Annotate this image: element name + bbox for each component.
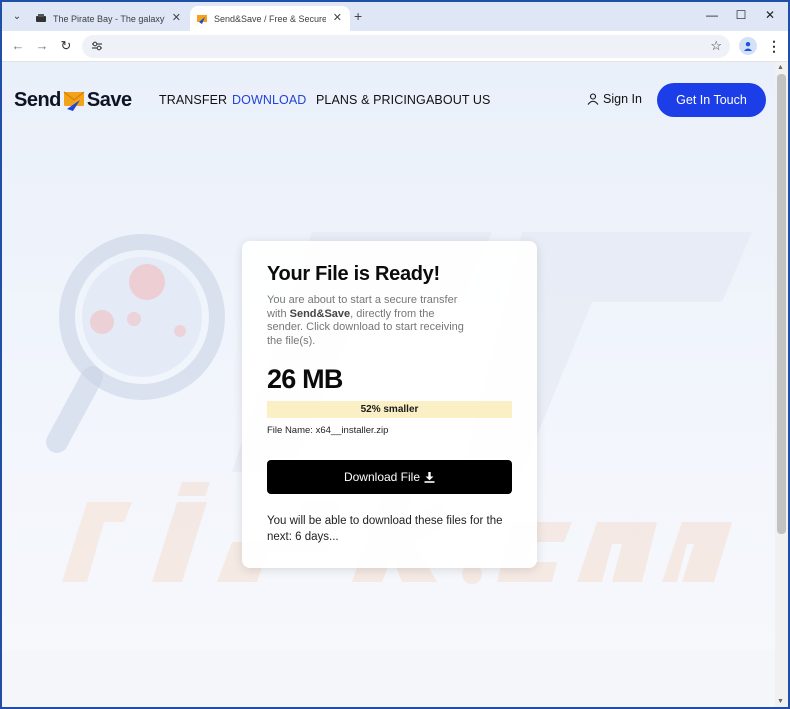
scroll-down-icon[interactable]: ▼ — [777, 698, 784, 705]
watermark-magnifier-icon — [46, 234, 225, 453]
forward-icon[interactable]: → — [34, 38, 50, 53]
nav-plans-pricing[interactable]: PLANS & PRICING — [316, 93, 426, 107]
tab-pirate-bay[interactable]: The Pirate Bay - The galaxy's m ✕ — [29, 6, 189, 31]
file-size: 26 MB — [267, 364, 343, 394]
scrollbar-thumb[interactable] — [777, 74, 786, 534]
card-description: You are about to start a secure transfer… — [267, 294, 472, 348]
back-icon[interactable]: ← — [10, 38, 26, 53]
reload-icon[interactable]: ↻ — [58, 38, 74, 54]
tab-title: Send&Save / Free & Secure File — [214, 13, 326, 24]
sendsave-logo[interactable]: Send Save — [14, 88, 132, 112]
close-icon[interactable]: ✕ — [172, 11, 181, 24]
tab-search-icon[interactable]: ⌄ — [8, 7, 26, 25]
card-title: Your File is Ready! — [267, 263, 440, 285]
scroll-up-icon[interactable]: ▲ — [777, 64, 784, 71]
browser-toolbar: ← → ↻ ☆ ⋮ — [2, 31, 788, 62]
page-footer-area — [2, 649, 775, 707]
tab-sendsave[interactable]: Send&Save / Free & Secure File ✕ — [190, 6, 350, 31]
download-label: Download File — [343, 470, 421, 484]
menu-icon[interactable]: ⋮ — [767, 38, 781, 55]
bookmark-star-icon[interactable]: ☆ — [710, 38, 722, 54]
address-bar[interactable]: ☆ — [82, 35, 730, 58]
desc-brand: Send&Save — [289, 307, 351, 320]
nav-about-us[interactable]: ABOUT US — [426, 93, 490, 107]
compression-badge: 52% smaller — [267, 401, 512, 418]
nav-download[interactable]: DOWNLOAD — [232, 93, 306, 107]
user-icon — [587, 93, 599, 105]
logo-text-right: Save — [86, 88, 132, 111]
nav-transfer[interactable]: TRANSFER — [159, 93, 227, 107]
get-in-touch-button[interactable]: Get In Touch — [657, 83, 766, 117]
browser-window: ⌄ The Pirate Bay - The galaxy's m ✕ Send… — [2, 2, 788, 707]
tab-title: The Pirate Bay - The galaxy's m — [53, 13, 165, 24]
window-close-icon[interactable]: ✕ — [762, 8, 778, 22]
expiry-note: You will be able to download these files… — [267, 515, 503, 543]
page-scrollbar[interactable]: ▲ ▼ — [775, 62, 788, 707]
file-name: File Name: x64__installer.zip — [267, 425, 389, 436]
pirate-ship-icon — [36, 13, 46, 22]
sign-in-link[interactable]: Sign In — [587, 92, 642, 106]
sign-in-label: Sign In — [603, 92, 642, 106]
profile-icon[interactable] — [739, 37, 757, 55]
page-viewport: Send Save TRANSFER DOWNLOAD PLANS & PRIC… — [2, 62, 775, 707]
download-icon — [424, 471, 435, 483]
envelope-logo-icon — [63, 91, 85, 111]
tab-strip: ⌄ The Pirate Bay - The galaxy's m ✕ Send… — [2, 2, 788, 31]
close-icon[interactable]: ✕ — [333, 11, 342, 24]
file-ready-card: Your File is Ready! You are about to sta… — [242, 241, 537, 568]
logo-text-left: Send — [14, 88, 61, 111]
minimize-icon[interactable]: — — [704, 8, 720, 22]
sendsave-favicon-icon — [197, 14, 207, 24]
new-tab-icon[interactable]: + — [354, 8, 362, 24]
download-file-button[interactable]: Download File — [267, 460, 512, 494]
site-settings-icon[interactable] — [91, 40, 103, 52]
maximize-icon[interactable]: ☐ — [733, 8, 749, 22]
